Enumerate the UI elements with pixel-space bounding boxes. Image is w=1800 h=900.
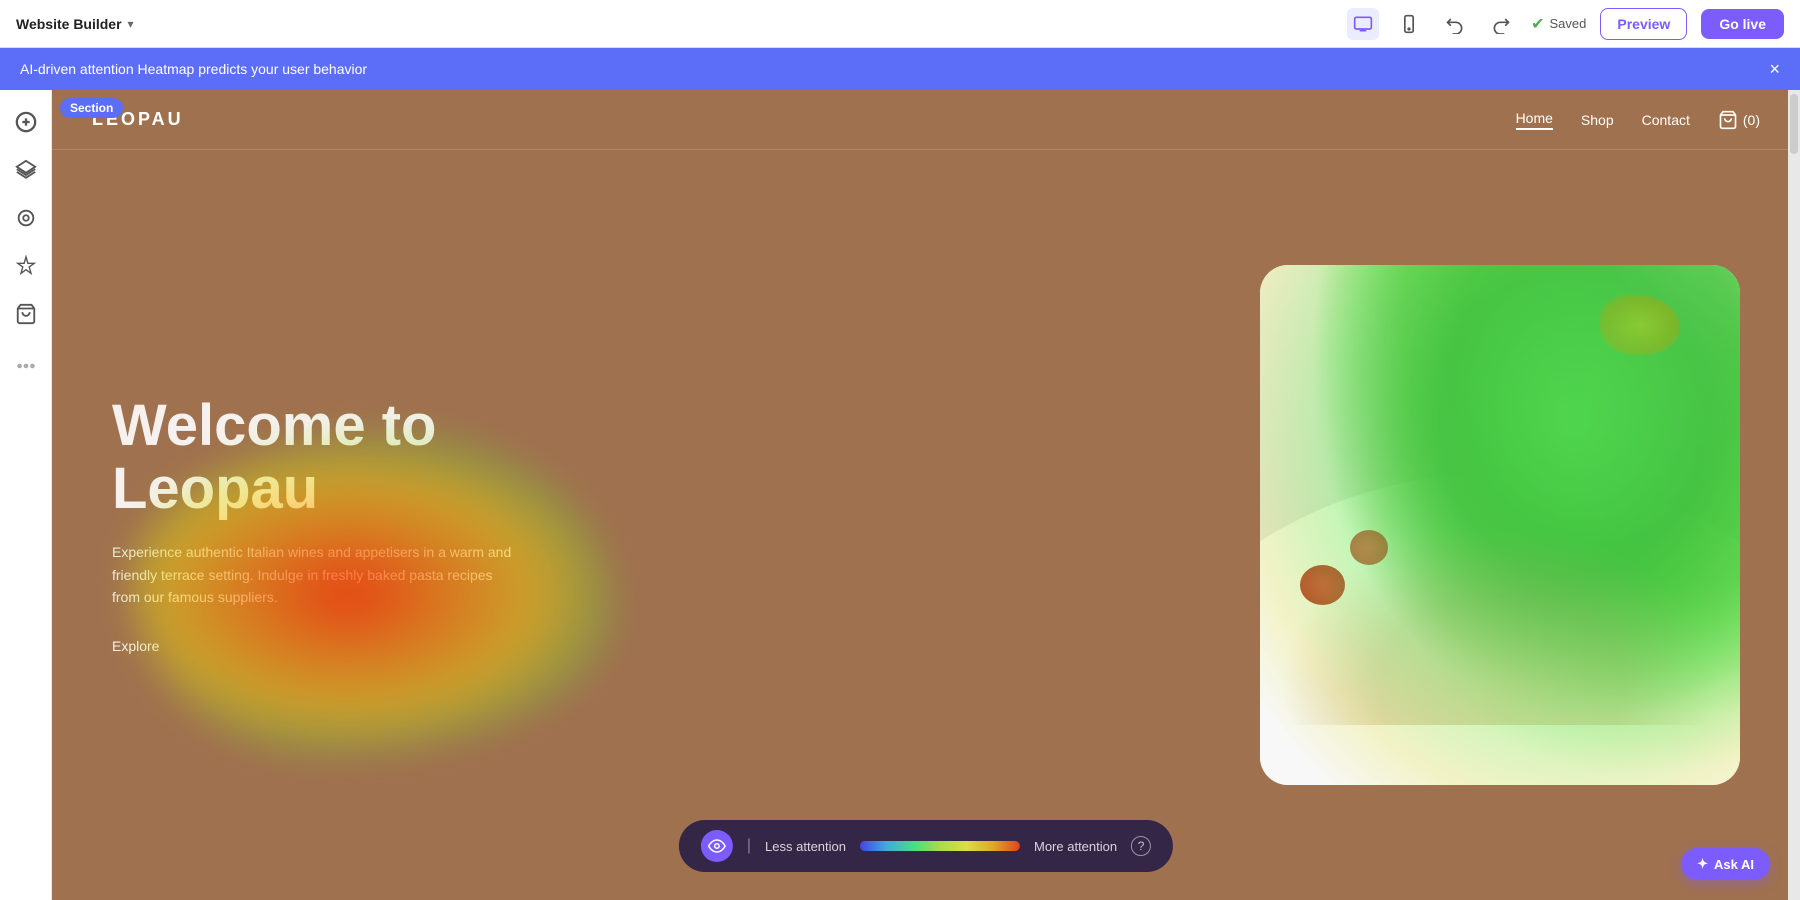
topbar-right: ✔ Saved Preview Go live xyxy=(1347,8,1784,40)
legend-more-label: More attention xyxy=(1034,839,1117,854)
notif-close-button[interactable]: × xyxy=(1769,59,1780,80)
golive-button[interactable]: Go live xyxy=(1701,9,1784,39)
sidebar-shapes-button[interactable] xyxy=(6,198,46,238)
saved-check-icon: ✔ xyxy=(1531,14,1544,34)
sidebar-layers-button[interactable] xyxy=(6,150,46,190)
food-plate-bg xyxy=(1260,265,1740,785)
sidebar-add-button[interactable] xyxy=(6,102,46,142)
topbar: Website Builder ▾ xyxy=(0,0,1800,48)
preview-button[interactable]: Preview xyxy=(1600,8,1687,40)
scrollbar[interactable] xyxy=(1788,90,1800,900)
site-header: LEOPAU Home Shop Contact (0) xyxy=(52,90,1800,150)
notif-message: AI-driven attention Heatmap predicts you… xyxy=(20,61,367,77)
ai-btn-label: Ask AI xyxy=(1714,857,1754,872)
hero-description: Experience authentic Italian wines and a… xyxy=(112,541,512,608)
legend-divider: | xyxy=(747,837,751,855)
ai-star-icon: ✦ xyxy=(1697,856,1708,872)
nav-home[interactable]: Home xyxy=(1516,110,1553,130)
brand-chevron[interactable]: ▾ xyxy=(128,17,134,31)
scrollbar-thumb[interactable] xyxy=(1790,94,1798,154)
heatmap-toggle-button[interactable] xyxy=(701,830,733,862)
redo-button[interactable] xyxy=(1485,8,1517,40)
legend-help-button[interactable]: ? xyxy=(1131,836,1151,856)
hero-image xyxy=(1260,265,1740,785)
sidebar-ai-button[interactable] xyxy=(6,246,46,286)
explore-button[interactable]: Explore xyxy=(112,638,159,654)
saved-indicator: ✔ Saved xyxy=(1531,14,1586,34)
desktop-view-button[interactable] xyxy=(1347,8,1379,40)
sidebar-shop-button[interactable] xyxy=(6,294,46,334)
saved-label: Saved xyxy=(1550,16,1587,31)
section-label[interactable]: Section xyxy=(60,98,123,118)
site-nav: Home Shop Contact (0) xyxy=(1516,110,1760,130)
legend-less-label: Less attention xyxy=(765,839,846,854)
brand-label: Website Builder xyxy=(16,16,122,32)
sidebar xyxy=(0,90,52,900)
nav-contact[interactable]: Contact xyxy=(1642,112,1690,128)
hero-text-block: Welcome to Leopau Experience authentic I… xyxy=(112,394,1260,657)
pasta-area xyxy=(1280,525,1720,725)
notification-bar: AI-driven attention Heatmap predicts you… xyxy=(0,48,1800,90)
cart-button[interactable]: (0) xyxy=(1718,110,1760,130)
sidebar-more-button[interactable] xyxy=(6,346,46,386)
topbar-left: Website Builder ▾ xyxy=(16,16,134,32)
ask-ai-button[interactable]: ✦ Ask AI xyxy=(1681,848,1770,880)
hero-title: Welcome to Leopau xyxy=(112,394,1220,522)
hero-content: Welcome to Leopau Experience authentic I… xyxy=(52,150,1800,900)
mobile-view-button[interactable] xyxy=(1393,8,1425,40)
nav-shop[interactable]: Shop xyxy=(1581,112,1614,128)
canvas-area: Section LEOPAU Home Shop Contact (0) xyxy=(52,90,1800,900)
main-layout: Section LEOPAU Home Shop Contact (0) xyxy=(0,90,1800,900)
undo-button[interactable] xyxy=(1439,8,1471,40)
legend-bar: | Less attention More attention ? xyxy=(679,820,1173,872)
legend-gradient-bar xyxy=(860,841,1020,851)
cart-count: (0) xyxy=(1743,112,1760,128)
